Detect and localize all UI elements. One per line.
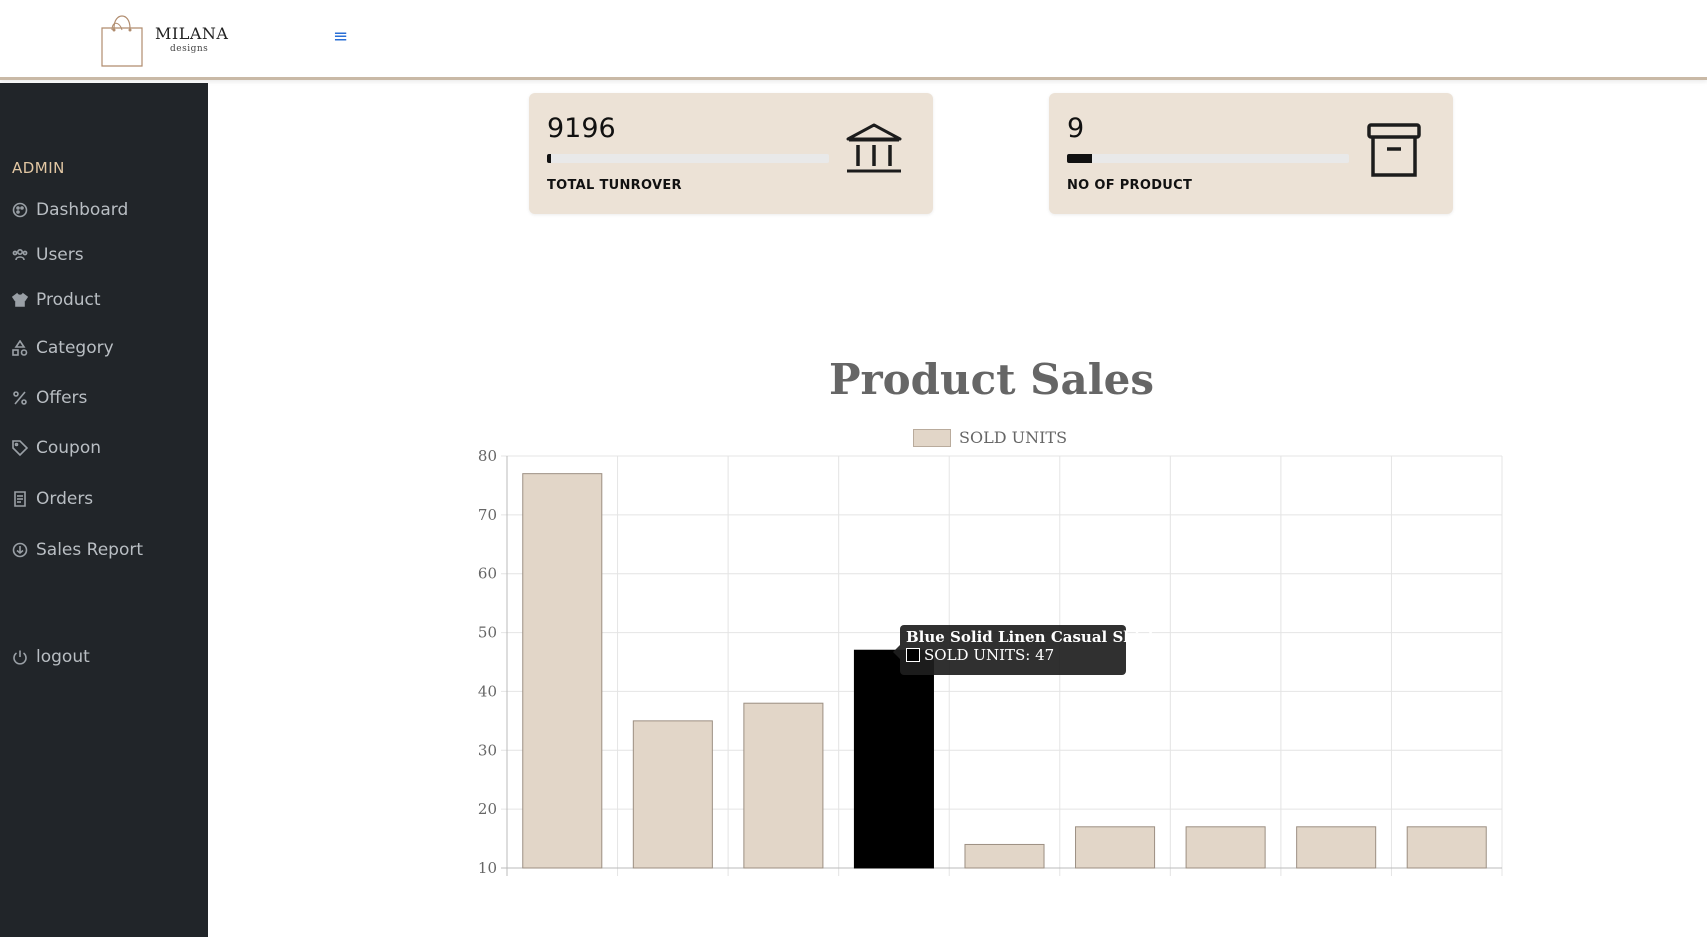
shirt-icon — [12, 292, 28, 307]
bar — [743, 702, 824, 869]
hamburger-icon[interactable]: ≡ — [333, 26, 348, 47]
chart-title: Product Sales — [828, 355, 1155, 404]
sidebar-heading: ADMIN — [12, 159, 65, 177]
sidebar-item-label: Dashboard — [36, 200, 129, 220]
y-tick-label: 30 — [478, 741, 497, 759]
y-tick-label: 10 — [478, 859, 497, 877]
sidebar-item-label: Orders — [36, 489, 94, 509]
power-icon — [13, 650, 27, 665]
sidebar-item-label: logout — [36, 647, 90, 667]
bar — [964, 843, 1045, 869]
users-icon — [12, 248, 28, 261]
sidebar-item-label: Offers — [36, 388, 88, 408]
turnover-card: 9196 TOTAL TUNROVER — [529, 93, 933, 214]
turnover-value: 9196 — [547, 113, 616, 144]
bar — [1296, 826, 1377, 869]
y-tick-label: 20 — [478, 800, 497, 818]
top-navbar: MILANA designs ≡ — [0, 0, 1707, 80]
y-tick-label: 80 — [478, 447, 497, 465]
bar — [853, 649, 934, 869]
bar — [522, 473, 603, 869]
sidebar-item-label: Users — [36, 245, 84, 265]
sidebar-item-label: Product — [36, 290, 101, 310]
sidebar-item-orders[interactable]: Orders — [12, 489, 93, 509]
sidebar-item-label: Sales Report — [36, 540, 144, 560]
products-card: 9 NO OF PRODUCT — [1049, 93, 1453, 214]
sidebar-item-category[interactable]: Category — [12, 338, 114, 358]
y-tick-label: 60 — [478, 565, 497, 583]
turnover-label: TOTAL TUNROVER — [547, 178, 682, 193]
sidebar-item-product[interactable]: Product — [12, 290, 101, 310]
sidebar-item-coupon[interactable]: Coupon — [12, 438, 101, 458]
download-circle-icon — [12, 542, 28, 558]
bar — [632, 720, 713, 869]
shopping-bag-icon — [101, 15, 143, 67]
milana-logo[interactable]: MILANA designs — [98, 8, 228, 68]
y-tick-label: 40 — [478, 682, 497, 700]
bar — [1406, 826, 1487, 869]
archive-icon — [1367, 123, 1421, 177]
chart-tooltip: Blue Solid Linen Casual Shirt SOLD UNITS… — [893, 625, 1155, 675]
sidebar-item-users[interactable]: Users — [12, 245, 84, 265]
logo-subtitle: designs — [170, 44, 209, 54]
sidebar-item-logout[interactable]: logout — [12, 647, 90, 667]
percent-icon — [13, 391, 27, 405]
tooltip-title: Blue Solid Linen Casual Shirt — [906, 628, 1155, 646]
y-tick-label: 50 — [478, 624, 497, 642]
products-value: 9 — [1067, 113, 1085, 144]
palette-icon — [12, 202, 28, 218]
shapes-icon — [12, 340, 28, 356]
tooltip-value: SOLD UNITS: 47 — [924, 646, 1055, 664]
sidebar-item-label: Coupon — [36, 438, 102, 458]
bar — [1075, 826, 1156, 869]
tag-icon — [12, 440, 28, 456]
sidebar-item-dashboard[interactable]: Dashboard — [12, 200, 128, 220]
y-tick-label: 70 — [478, 506, 497, 524]
turnover-progress-fill — [547, 154, 552, 163]
turnover-progress-bar — [547, 154, 829, 163]
sidebar: ADMIN Dashboard Users Product Category O… — [0, 83, 208, 937]
bank-icon — [846, 123, 902, 173]
products-label: NO OF PRODUCT — [1067, 178, 1193, 193]
bar — [1185, 826, 1266, 869]
products-progress-bar — [1067, 154, 1349, 163]
sidebar-item-sales-report[interactable]: Sales Report — [12, 540, 143, 560]
products-progress-fill — [1067, 154, 1093, 163]
sidebar-item-offers[interactable]: Offers — [12, 388, 87, 408]
tooltip-body: SOLD UNITS: 47 — [906, 646, 1120, 664]
logo-name: MILANA — [155, 24, 229, 43]
tooltip-swatch — [906, 648, 920, 662]
sidebar-item-label: Category — [36, 338, 114, 358]
receipt-icon — [14, 491, 26, 507]
